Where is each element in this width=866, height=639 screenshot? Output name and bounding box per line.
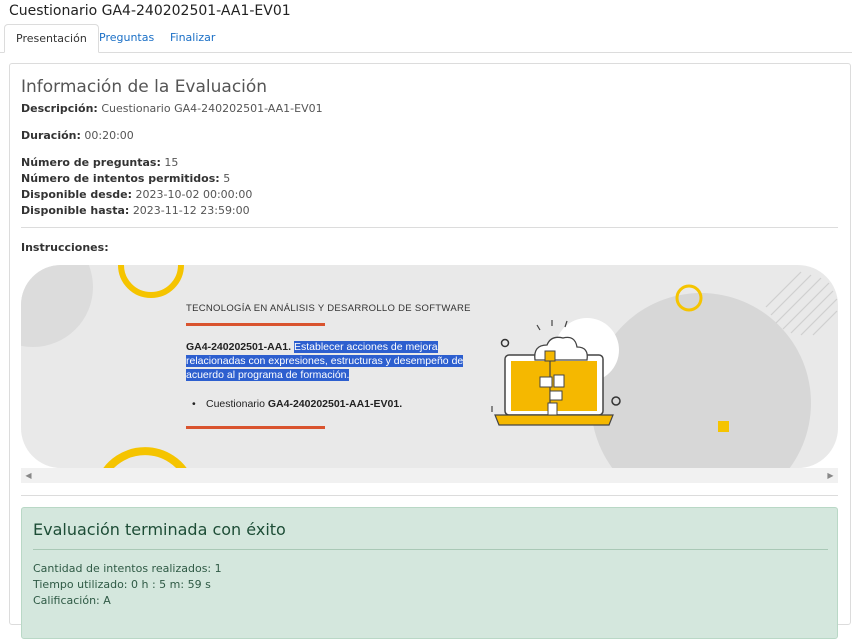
duracion-label: Duración:	[21, 129, 81, 142]
descripcion-label: Descripción:	[21, 102, 98, 115]
duracion-value: 00:20:00	[84, 129, 134, 142]
banner-subtitle: TECNOLOGÍA EN ANÁLISIS Y DESARROLLO DE S…	[186, 303, 471, 314]
hasta-row: Disponible hasta: 2023-11-12 23:59:00	[21, 204, 250, 217]
banner-list-prefix: Cuestionario	[206, 398, 265, 410]
vertical-scrollbar[interactable]	[852, 52, 866, 605]
tab-preguntas[interactable]: Preguntas	[88, 24, 165, 52]
banner-list-code: GA4-240202501-AA1-EV01.	[267, 398, 403, 410]
instrucciones-row: Instrucciones:	[21, 241, 109, 254]
tab-presentacion[interactable]: Presentación	[4, 24, 99, 53]
calificacion: Calificación: A	[33, 594, 111, 607]
info-title: Información de la Evaluación	[21, 77, 268, 97]
evaluation-panel: Información de la Evaluación Descripción…	[9, 63, 851, 639]
tab-finalizar[interactable]: Finalizar	[159, 24, 226, 52]
banner-accent-line-bottom	[186, 426, 325, 429]
descripcion-value: Cuestionario GA4-240202501-AA1-EV01	[101, 102, 323, 115]
banner-text-block: TECNOLOGÍA EN ANÁLISIS Y DESARROLLO DE S…	[186, 303, 476, 429]
success-alert: Evaluación terminada con éxito Cantidad …	[21, 507, 838, 639]
hasta-label: Disponible hasta:	[21, 204, 130, 217]
instrucciones-label: Instrucciones:	[21, 241, 109, 254]
num-intentos-row: Número de intentos permitidos: 5	[21, 172, 230, 185]
num-intentos-value: 5	[223, 172, 231, 185]
descripcion-row: Descripción: Cuestionario GA4-240202501-…	[21, 102, 323, 115]
duracion-row: Duración: 00:20:00	[21, 129, 134, 142]
instructions-banner: TECNOLOGÍA EN ANÁLISIS Y DESARROLLO DE S…	[21, 265, 838, 468]
tiempo-utilizado: Tiempo utilizado: 0 h : 5 m: 59 s	[33, 578, 211, 591]
title-bar: Cuestionario GA4-240202501-AA1-EV01	[0, 0, 866, 24]
desde-row: Disponible desde: 2023-10-02 00:00:00	[21, 188, 252, 201]
num-intentos-label: Número de intentos permitidos:	[21, 172, 220, 185]
window-title: Cuestionario GA4-240202501-AA1-EV01	[9, 3, 291, 19]
intentos-realizados: Cantidad de intentos realizados: 1	[33, 562, 222, 575]
num-preguntas-value: 15	[164, 156, 179, 169]
horizontal-scrollbar[interactable]: ◀ ▶	[21, 468, 838, 483]
tab-bar: Presentación Preguntas Finalizar	[0, 24, 866, 53]
scroll-right-icon[interactable]: ▶	[823, 468, 838, 483]
success-divider	[33, 549, 828, 550]
divider	[21, 227, 838, 228]
bullet-icon: •	[192, 398, 196, 410]
desde-value: 2023-10-02 00:00:00	[135, 188, 253, 201]
desde-label: Disponible desde:	[21, 188, 133, 201]
divider-bottom	[21, 495, 838, 496]
banner-code: GA4-240202501-AA1.	[186, 341, 292, 353]
banner-list-item: • Cuestionario GA4-240202501-AA1-EV01.	[192, 398, 476, 410]
num-preguntas-row: Número de preguntas: 15	[21, 156, 178, 169]
num-preguntas-label: Número de preguntas:	[21, 156, 161, 169]
banner-paragraph: GA4-240202501-AA1. Establecer acciones d…	[186, 340, 476, 382]
success-title: Evaluación terminada con éxito	[33, 520, 286, 539]
laptop-cloud-illustration	[491, 318, 621, 426]
hasta-value: 2023-11-12 23:59:00	[132, 204, 250, 217]
banner-accent-line	[186, 323, 325, 326]
scroll-left-icon[interactable]: ◀	[21, 468, 36, 483]
